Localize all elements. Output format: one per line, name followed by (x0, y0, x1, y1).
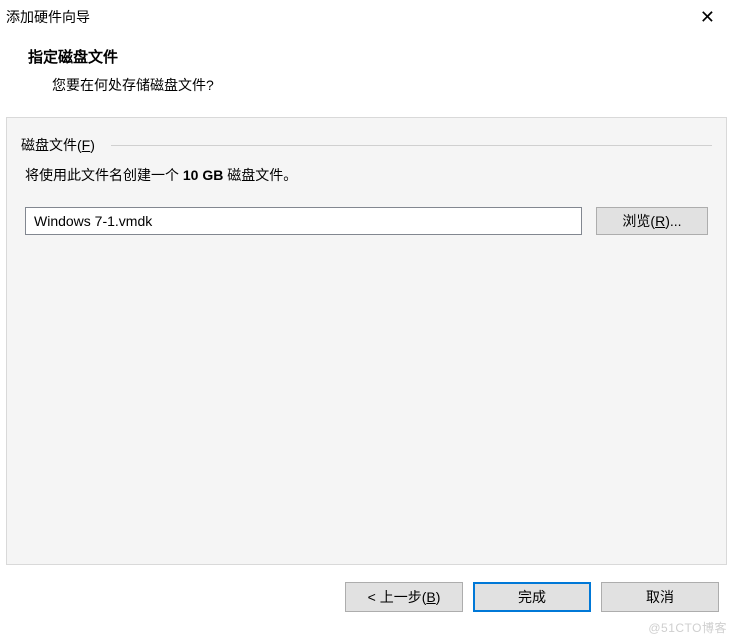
fieldset-divider (111, 145, 712, 146)
page-subtitle: 您要在何处存储磁盘文件? (28, 75, 723, 95)
description-text: 将使用此文件名创建一个 10 GB 磁盘文件。 (25, 165, 708, 185)
browse-button[interactable]: 浏览(R)... (596, 207, 708, 235)
disk-file-fieldset: 磁盘文件(F) (21, 126, 712, 147)
window-title: 添加硬件向导 (6, 7, 90, 27)
back-prefix: < 上一步( (368, 589, 427, 605)
watermark: @51CTO博客 (648, 619, 727, 636)
browse-prefix: 浏览( (622, 213, 655, 229)
filename-input[interactable] (25, 207, 582, 235)
finish-button[interactable]: 完成 (473, 582, 591, 612)
back-button[interactable]: < 上一步(B) (345, 582, 463, 612)
content-panel: 磁盘文件(F) 将使用此文件名创建一个 10 GB 磁盘文件。 浏览(R)... (6, 117, 727, 565)
back-hotkey: B (426, 589, 435, 605)
wizard-footer: < 上一步(B) 完成 取消 (0, 572, 733, 640)
wizard-header: 指定磁盘文件 您要在何处存储磁盘文件? (0, 32, 733, 117)
label-hotkey: F (82, 137, 91, 153)
back-suffix: ) (436, 589, 441, 605)
desc-prefix: 将使用此文件名创建一个 (25, 167, 183, 183)
filename-row: 浏览(R)... (25, 207, 708, 235)
close-icon[interactable]: ✕ (692, 6, 723, 28)
browse-hotkey: R (655, 213, 665, 229)
cancel-button[interactable]: 取消 (601, 582, 719, 612)
label-text: ) (90, 137, 95, 153)
browse-suffix: )... (665, 213, 681, 229)
titlebar: 添加硬件向导 ✕ (0, 0, 733, 32)
page-title: 指定磁盘文件 (28, 46, 723, 67)
disk-file-label: 磁盘文件(F) (21, 135, 99, 155)
label-text: 磁盘文件( (21, 137, 82, 153)
desc-suffix: 磁盘文件。 (223, 167, 297, 183)
desc-size: 10 GB (183, 167, 223, 183)
